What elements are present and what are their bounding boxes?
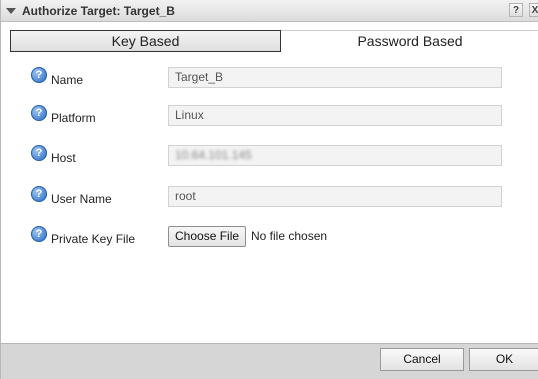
platform-label: Platform — [51, 111, 96, 125]
file-status-text: No file chosen — [251, 229, 328, 243]
help-icon[interactable]: ? — [31, 105, 47, 121]
host-label: Host — [51, 151, 76, 165]
dialog-help-button[interactable]: ? — [509, 3, 523, 17]
help-icon[interactable]: ? — [31, 67, 47, 83]
user-name-row: ? User Name root — [31, 186, 506, 212]
cancel-button[interactable]: Cancel — [380, 348, 464, 371]
host-field[interactable]: 10.64.101.145 — [168, 145, 502, 166]
user-name-field[interactable]: root — [168, 186, 502, 207]
dialog-title: Authorize Target: Target_B — [22, 4, 175, 18]
name-label: Name — [51, 73, 84, 87]
platform-row: ? Platform Linux — [31, 105, 506, 131]
help-icon[interactable]: ? — [31, 186, 47, 202]
dialog-titlebar: Authorize Target: Target_B ? X — [1, 0, 538, 22]
collapse-triangle-icon[interactable] — [6, 8, 16, 14]
ok-button[interactable]: OK — [469, 348, 538, 371]
platform-field[interactable]: Linux — [168, 105, 502, 126]
host-value: 10.64.101.145 — [175, 148, 252, 162]
help-icon[interactable]: ? — [31, 226, 47, 242]
private-key-row: ? Private Key File Choose File No file c… — [31, 226, 506, 252]
tab-key-based[interactable]: Key Based — [10, 30, 281, 52]
choose-file-button[interactable]: Choose File — [168, 226, 247, 247]
user-name-label: User Name — [51, 192, 112, 206]
dialog-footer: Cancel OK — [1, 343, 538, 379]
private-key-label: Private Key File — [51, 232, 136, 246]
name-field[interactable]: Target_B — [168, 67, 502, 88]
help-icon[interactable]: ? — [31, 145, 47, 161]
close-icon[interactable]: X — [529, 3, 538, 17]
host-row: ? Host 10.64.101.145 — [31, 145, 506, 171]
authorize-target-dialog: Authorize Target: Target_B ? X Key Based… — [0, 0, 538, 379]
auth-tabs: Key Based Password Based — [10, 30, 538, 52]
tab-password-based[interactable]: Password Based — [281, 30, 538, 52]
name-row: ? Name Target_B — [31, 67, 506, 93]
